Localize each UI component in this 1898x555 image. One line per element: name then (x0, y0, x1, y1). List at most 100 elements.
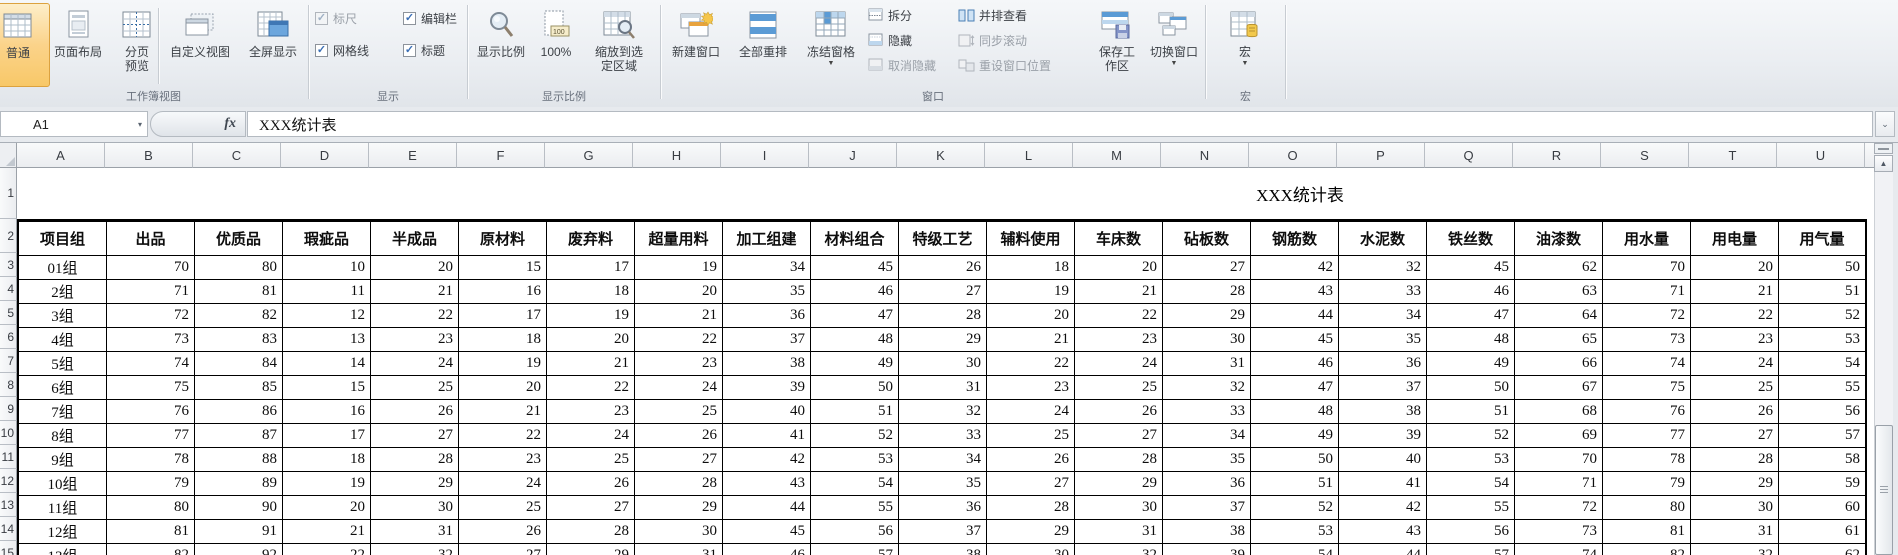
row-header-1[interactable]: 1 (0, 168, 17, 219)
col-header-R[interactable]: R (1513, 143, 1601, 168)
table-cell[interactable]: 16 (459, 280, 547, 304)
table-cell[interactable]: 74 (1603, 352, 1691, 376)
table-cell-group[interactable]: 7组 (19, 400, 107, 424)
table-cell[interactable]: 19 (987, 280, 1075, 304)
table-cell[interactable]: 39 (723, 376, 811, 400)
table-cell[interactable]: 55 (1427, 496, 1515, 520)
col-header-D[interactable]: D (281, 143, 369, 168)
table-cell[interactable]: 73 (1603, 328, 1691, 352)
col-header-N[interactable]: N (1161, 143, 1249, 168)
table-header-cell[interactable]: 优质品 (195, 222, 283, 256)
table-cell[interactable]: 65 (1515, 328, 1603, 352)
table-cell[interactable]: 28 (1075, 448, 1163, 472)
row-header-11[interactable]: 11 (0, 445, 17, 469)
table-cell[interactable]: 19 (283, 472, 371, 496)
table-cell[interactable]: 15 (459, 256, 547, 280)
col-header-H[interactable]: H (633, 143, 721, 168)
arrange-all-button[interactable]: 全部重排 (730, 3, 796, 85)
col-header-J[interactable]: J (809, 143, 897, 168)
table-cell[interactable]: 63 (1515, 280, 1603, 304)
table-cell[interactable]: 23 (635, 352, 723, 376)
table-cell-group[interactable]: 2组 (19, 280, 107, 304)
table-cell[interactable]: 29 (899, 328, 987, 352)
table-cell[interactable]: 28 (371, 448, 459, 472)
col-header-U[interactable]: U (1777, 143, 1865, 168)
col-header-F[interactable]: F (457, 143, 545, 168)
table-header-cell[interactable]: 加工组建 (723, 222, 811, 256)
table-cell-group[interactable]: 11组 (19, 496, 107, 520)
table-header-cell[interactable]: 车床数 (1075, 222, 1163, 256)
page-layout-button[interactable]: 页面布局 (38, 3, 118, 85)
table-cell[interactable]: 50 (1427, 376, 1515, 400)
table-cell[interactable]: 24 (1691, 352, 1779, 376)
hide-button[interactable]: 隐藏 (868, 29, 912, 51)
table-header-cell[interactable]: 铁丝数 (1427, 222, 1515, 256)
table-header-cell[interactable]: 用电量 (1691, 222, 1779, 256)
table-cell[interactable]: 53 (811, 448, 899, 472)
row-header-15[interactable]: 15 (0, 541, 17, 555)
table-cell[interactable]: 20 (283, 496, 371, 520)
table-cell[interactable]: 54 (1779, 352, 1867, 376)
table-cell[interactable]: 51 (1427, 400, 1515, 424)
table-cell[interactable]: 47 (1427, 304, 1515, 328)
table-cell[interactable]: 29 (635, 496, 723, 520)
table-cell[interactable]: 61 (1779, 520, 1867, 544)
table-cell[interactable]: 28 (987, 496, 1075, 520)
table-cell[interactable]: 27 (371, 424, 459, 448)
table-cell[interactable]: 37 (899, 520, 987, 544)
table-cell[interactable]: 57 (1779, 424, 1867, 448)
view-side-by-side-button[interactable]: 并排查看 (958, 4, 1027, 26)
table-cell[interactable]: 19 (547, 304, 635, 328)
table-cell[interactable]: 48 (1427, 328, 1515, 352)
table-header-cell[interactable]: 用水量 (1603, 222, 1691, 256)
table-cell[interactable]: 25 (1691, 376, 1779, 400)
table-cell[interactable]: 19 (459, 352, 547, 376)
table-cell[interactable]: 74 (107, 352, 195, 376)
table-cell[interactable]: 30 (371, 496, 459, 520)
table-cell[interactable]: 13 (283, 328, 371, 352)
table-cell[interactable]: 87 (195, 424, 283, 448)
row-header-8[interactable]: 8 (0, 373, 17, 397)
table-cell[interactable]: 29 (1075, 472, 1163, 496)
table-cell[interactable]: 31 (635, 544, 723, 555)
sync-scroll-button[interactable]: 同步滚动 (958, 29, 1027, 51)
table-cell[interactable]: 33 (1163, 400, 1251, 424)
table-cell[interactable]: 75 (1603, 376, 1691, 400)
table-cell[interactable]: 82 (195, 304, 283, 328)
table-cell[interactable]: 38 (723, 352, 811, 376)
reset-window-position-button[interactable]: 重设窗口位置 (958, 54, 1051, 76)
table-cell[interactable]: 44 (1251, 304, 1339, 328)
table-cell[interactable]: 21 (1075, 280, 1163, 304)
table-cell[interactable]: 23 (459, 448, 547, 472)
table-cell[interactable]: 26 (635, 424, 723, 448)
page-break-preview-button[interactable]: 分页预览 (118, 3, 156, 85)
table-cell[interactable]: 48 (1251, 400, 1339, 424)
table-cell[interactable]: 53 (1251, 520, 1339, 544)
switch-windows-button[interactable]: 切换窗口 ▼ (1146, 3, 1202, 85)
formula-bar-expand-button[interactable]: ⌄ (1875, 111, 1895, 137)
table-cell[interactable]: 41 (1339, 472, 1427, 496)
new-window-button[interactable]: 新建窗口 (664, 3, 728, 85)
table-cell[interactable]: 57 (811, 544, 899, 555)
table-cell[interactable]: 37 (1339, 376, 1427, 400)
table-header-cell[interactable]: 原材料 (459, 222, 547, 256)
table-cell[interactable]: 36 (723, 304, 811, 328)
table-cell[interactable]: 33 (1339, 280, 1427, 304)
table-cell-group[interactable]: 5组 (19, 352, 107, 376)
col-header-G[interactable]: G (545, 143, 633, 168)
table-cell[interactable]: 64 (1515, 304, 1603, 328)
table-cell[interactable]: 91 (195, 520, 283, 544)
table-cell[interactable]: 19 (635, 256, 723, 280)
table-cell[interactable]: 37 (723, 328, 811, 352)
table-header-cell[interactable]: 水泥数 (1339, 222, 1427, 256)
table-cell[interactable]: 71 (107, 280, 195, 304)
table-cell[interactable]: 40 (723, 400, 811, 424)
table-cell[interactable]: 77 (107, 424, 195, 448)
table-cell[interactable]: 78 (107, 448, 195, 472)
table-cell[interactable]: 20 (1075, 256, 1163, 280)
col-header-M[interactable]: M (1073, 143, 1161, 168)
table-cell[interactable]: 55 (811, 496, 899, 520)
table-cell[interactable]: 25 (635, 400, 723, 424)
table-cell[interactable]: 26 (987, 448, 1075, 472)
macros-button[interactable]: 宏 ▼ (1221, 3, 1269, 85)
